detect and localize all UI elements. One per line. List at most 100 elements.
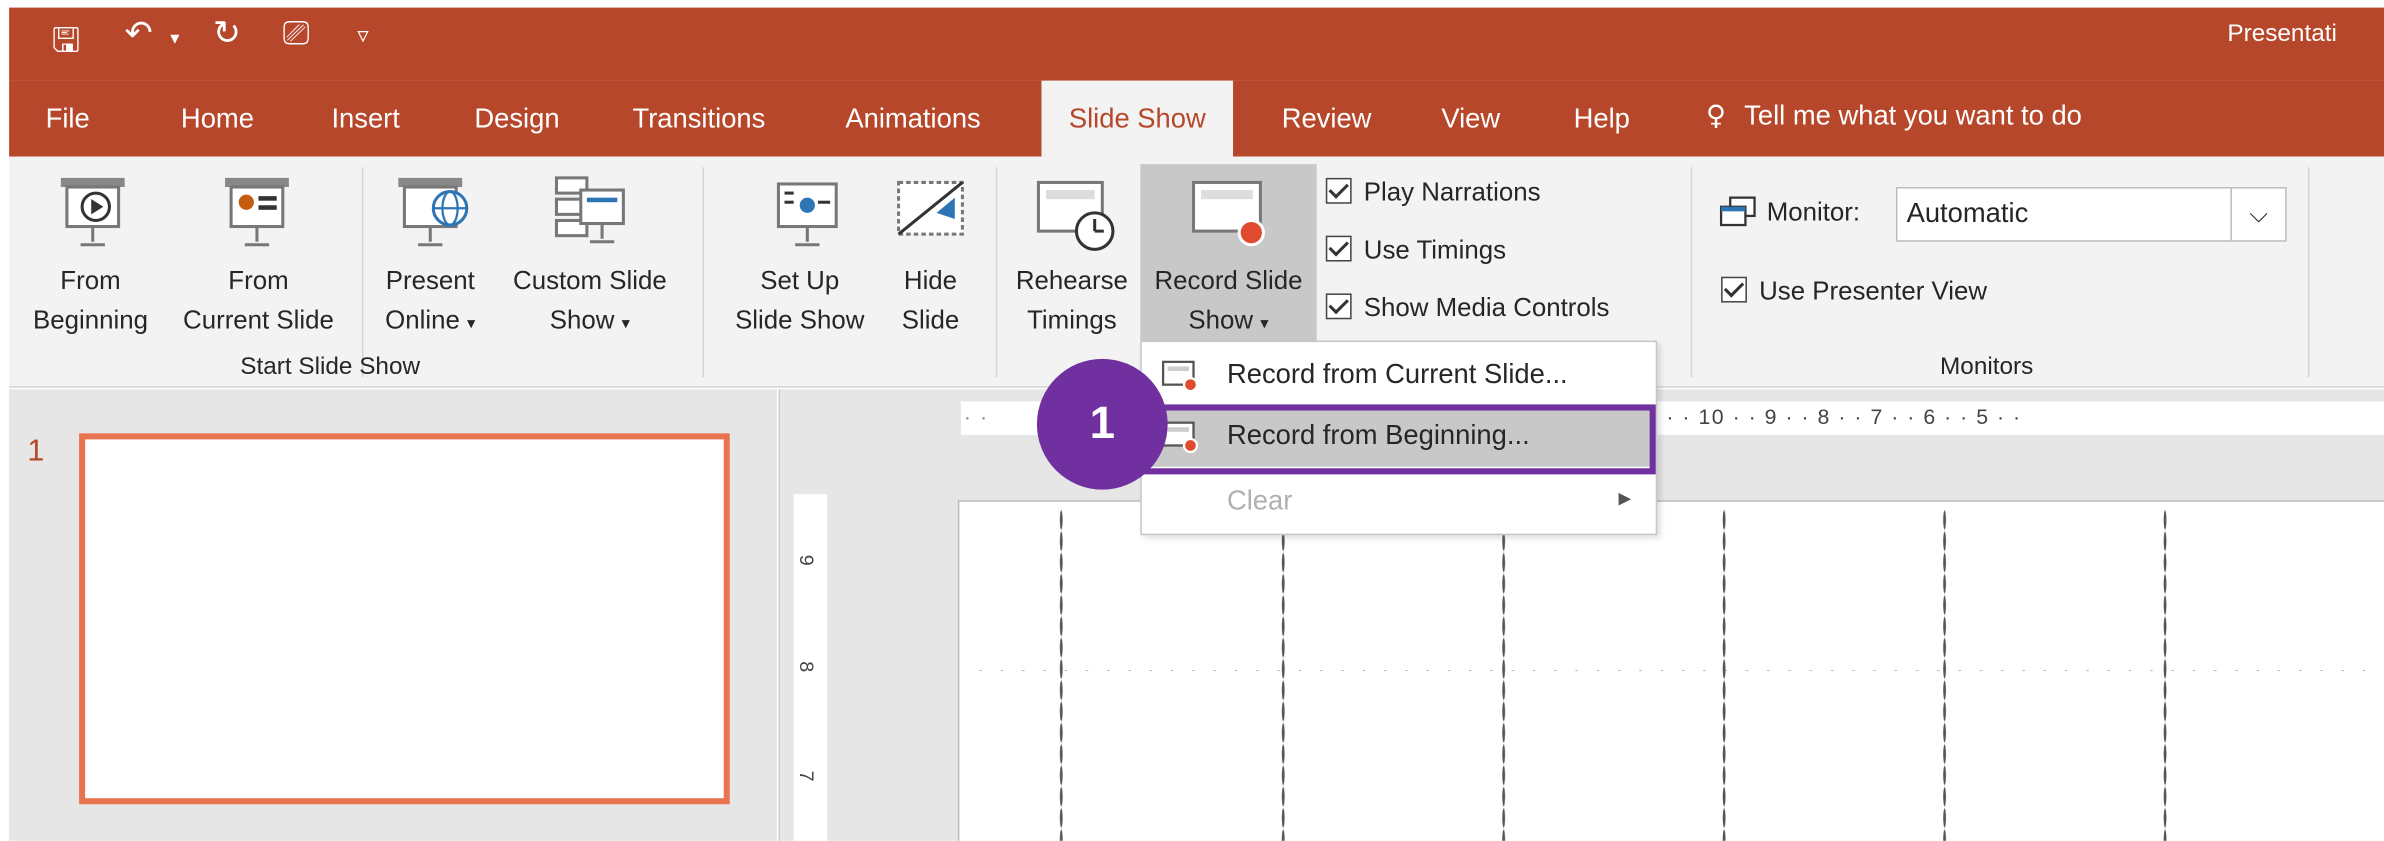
ruler-label: 7 (795, 770, 819, 782)
custom-slide-show-icon (554, 176, 625, 244)
step-callout-badge: 1 (1036, 358, 1168, 490)
tab-insert[interactable]: Insert (331, 103, 399, 135)
dropdown-arrow-icon: ▾ (621, 314, 631, 333)
guide-line (970, 668, 2384, 673)
checkbox-checked-icon (1325, 235, 1352, 262)
menu-item-record-from-current[interactable]: Record from Current Slide... (1142, 345, 1656, 406)
separator (1690, 167, 1693, 378)
hide-label-2: Slide (901, 305, 960, 335)
record-slide-show-icon (1191, 180, 1265, 247)
rehearse-timings-icon (1036, 180, 1115, 251)
rehearse-label-2: Timings (1027, 305, 1117, 335)
undo-icon[interactable]: ↶ (125, 15, 153, 53)
dropdown-arrow-icon: ▾ (1260, 314, 1269, 333)
tell-me-text: Tell me what you want to do (1744, 100, 2082, 131)
present-online-label-2: Online (385, 305, 460, 335)
custom-slide-show-button[interactable]: Custom Slide Show ▾ (496, 262, 685, 344)
chevron-down-icon[interactable]: ⌵ (2230, 188, 2285, 241)
show-media-controls-label: Show Media Controls (1363, 293, 1610, 323)
separator (2307, 167, 2310, 378)
submenu-arrow-icon: ▶ (1618, 489, 1632, 508)
guide-line (1722, 509, 1726, 841)
redo-icon[interactable]: ↻ (213, 15, 241, 53)
present-online-icon (398, 177, 469, 247)
use-timings-label: Use Timings (1363, 235, 1507, 265)
tab-review[interactable]: Review (1282, 103, 1372, 135)
tab-help[interactable]: Help (1574, 103, 1630, 135)
ruler-ticks: · · 10 · · 9 · · 8 · · 7 · · 6 · · 5 · · (1666, 404, 2022, 429)
record-slide-icon (1161, 360, 1199, 393)
tab-animations[interactable]: Animations (845, 103, 980, 135)
from-current-label-1: From (228, 266, 289, 295)
tab-slide-show[interactable]: Slide Show (1041, 80, 1234, 157)
start-slide-show-group-label: Start Slide Show (240, 354, 421, 381)
window-title: Presentati (2227, 21, 2337, 48)
ruler-label: 9 (795, 554, 819, 566)
vertical-ruler: 9 8 7 (793, 494, 828, 841)
separator (995, 167, 998, 378)
rehearse-timings-button[interactable]: Rehearse Timings (1007, 262, 1138, 341)
use-timings-checkbox[interactable]: Use Timings (1325, 235, 1507, 266)
save-icon[interactable]: 🖫 (52, 15, 81, 73)
from-beginning-label-1: From (60, 266, 121, 295)
menu-item-label: Record from Current Slide... (1226, 358, 1568, 390)
from-current-label-2: Current Slide (183, 305, 334, 335)
show-media-controls-checkbox[interactable]: Show Media Controls (1325, 293, 1610, 323)
monitor-select[interactable]: Automatic ⌵ (1895, 187, 2287, 242)
highlight-box (1143, 404, 1656, 475)
from-beginning-icon (60, 177, 125, 247)
tell-me-search[interactable]: ♀ Tell me what you want to do (1706, 100, 2082, 132)
tab-home[interactable]: Home (181, 103, 254, 135)
lightbulb-icon: ♀ (1705, 100, 1726, 133)
set-up-slide-show-icon (776, 182, 838, 247)
ruler-label: 8 (795, 661, 819, 673)
hide-slide-button[interactable]: Hide Slide (891, 262, 970, 341)
from-current-slide-button[interactable]: From Current Slide (167, 262, 349, 341)
slide-number: 1 (27, 434, 45, 469)
monitors-group-label: Monitors (1940, 354, 2034, 381)
separator (361, 167, 364, 378)
monitor-select-value: Automatic (1906, 197, 2029, 229)
tab-view[interactable]: View (1441, 103, 1500, 135)
hide-label-1: Hide (903, 266, 958, 295)
guide-line (1281, 509, 1285, 841)
undo-dropdown-icon[interactable]: ▾ (170, 27, 179, 48)
guide-line (2163, 509, 2167, 841)
setup-label-1: Set Up (760, 266, 840, 295)
rehearse-label-1: Rehearse (1015, 266, 1128, 295)
checkbox-checked-icon (1721, 276, 1747, 303)
checkbox-checked-icon (1325, 177, 1352, 204)
menu-item-clear[interactable]: Clear ▶ (1142, 471, 1656, 532)
play-narrations-label: Play Narrations (1363, 177, 1541, 207)
set-up-slide-show-button[interactable]: Set Up Slide Show (724, 262, 876, 341)
hide-slide-icon (897, 180, 964, 236)
dropdown-arrow-icon: ▾ (467, 314, 476, 333)
separator (702, 167, 704, 378)
present-from-start-icon[interactable]: ⎚ (283, 15, 310, 53)
custom-show-label-2: Show (549, 305, 615, 335)
guide-line (1943, 509, 1947, 841)
tab-transitions[interactable]: Transitions (632, 103, 765, 135)
customize-qat-icon[interactable]: ▿ (357, 21, 368, 48)
guide-line (1502, 509, 1506, 841)
monitor-icon (1719, 196, 1756, 227)
custom-show-label-1: Custom Slide (513, 266, 667, 295)
present-online-button[interactable]: Present Online ▾ (371, 262, 490, 344)
from-beginning-button[interactable]: From Beginning (20, 262, 161, 341)
record-label-2: Show (1188, 305, 1253, 335)
use-presenter-view-checkbox[interactable]: Use Presenter View (1721, 276, 1988, 307)
ruler-ticks-left: · · (963, 404, 989, 429)
menu-item-label: Clear (1226, 485, 1293, 516)
monitor-label: Monitor: (1766, 197, 1861, 227)
tab-file[interactable]: File (46, 103, 90, 135)
guide-line (1059, 509, 1063, 841)
setup-label-2: Slide Show (735, 305, 865, 335)
present-online-label-1: Present (385, 266, 475, 295)
use-presenter-view-label: Use Presenter View (1759, 276, 1988, 306)
checkbox-checked-icon (1325, 293, 1352, 320)
record-label-1: Record Slide (1154, 266, 1303, 295)
slide-thumbnail[interactable] (79, 433, 730, 805)
from-current-slide-icon (225, 177, 289, 247)
play-narrations-checkbox[interactable]: Play Narrations (1325, 177, 1541, 208)
tab-design[interactable]: Design (474, 103, 559, 135)
